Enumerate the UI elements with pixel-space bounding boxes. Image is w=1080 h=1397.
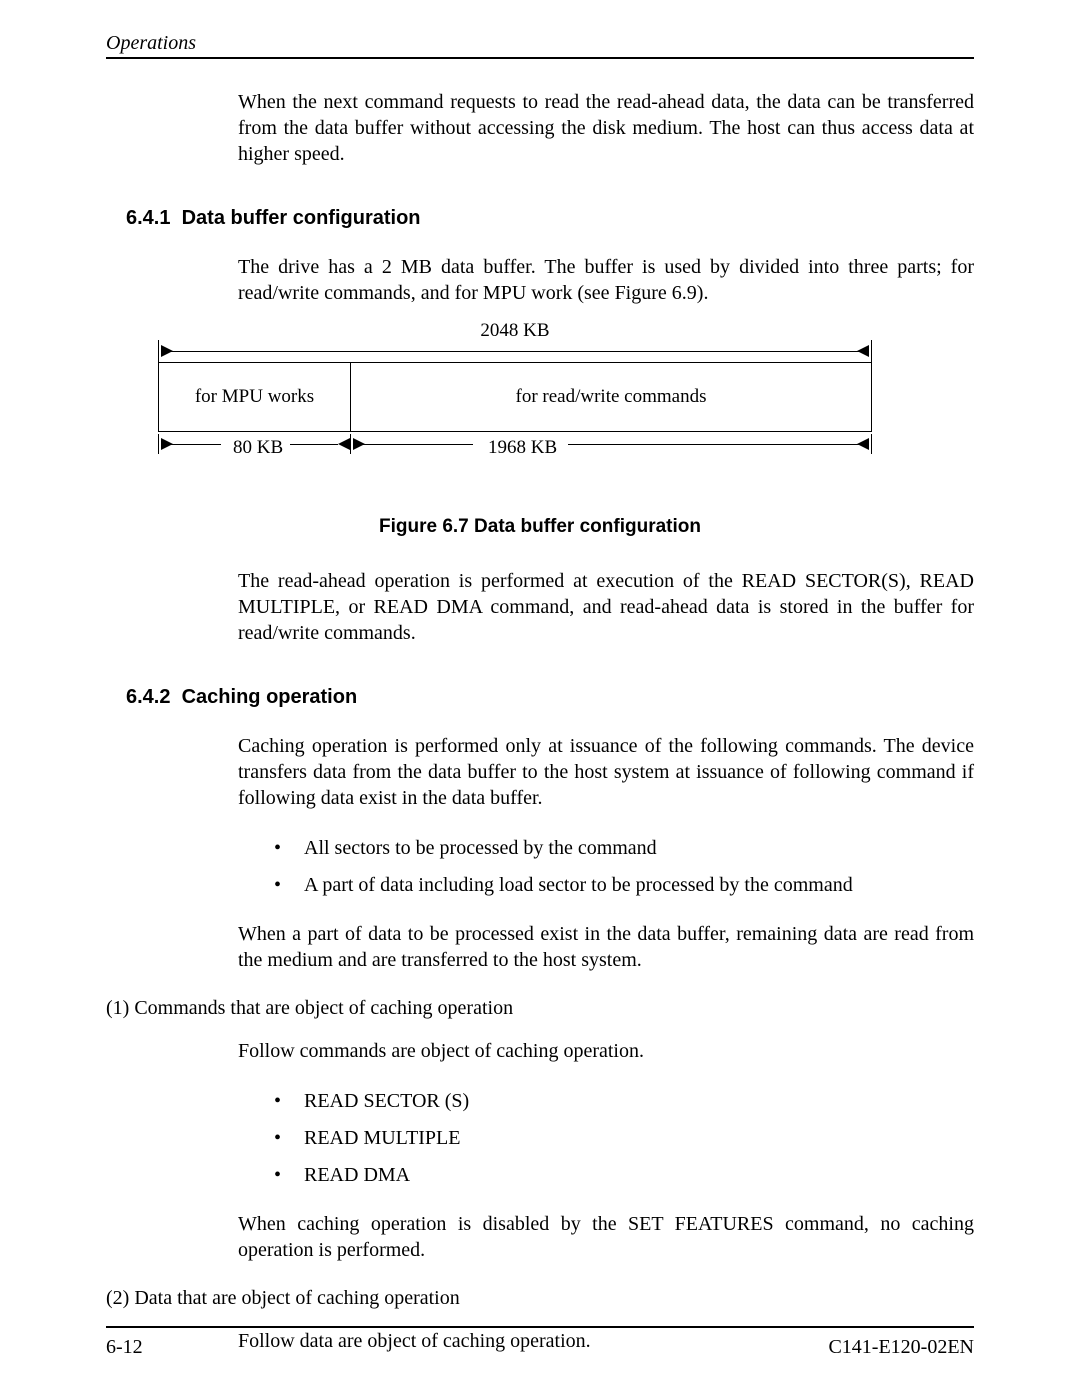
section-641-postfig: The read-ahead operation is performed at… — [238, 568, 974, 646]
page-header: Operations — [106, 32, 974, 59]
section-641-heading: 6.4.1 Data buffer configuration — [126, 207, 974, 230]
doc-id: C141-E120-02EN — [828, 1336, 974, 1359]
list-item: A part of data including load sector to … — [268, 872, 974, 899]
section-number: 6.4.1 — [126, 207, 170, 229]
intro-paragraph: When the next command requests to read t… — [238, 89, 974, 167]
section-number: 6.4.2 — [126, 686, 170, 708]
total-size-label: 2048 KB — [480, 320, 549, 342]
list-item: READ DMA — [268, 1162, 974, 1189]
figure-6-7: 2048 KB for MPU works for read/write com… — [158, 340, 872, 462]
buffer-diagram: for MPU works for read/write commands — [158, 362, 872, 432]
bottom-dimension: 80 KB 1968 KB — [158, 434, 872, 462]
sub1-intro: Follow commands are object of caching op… — [238, 1038, 974, 1064]
sub2-label: (2) Data that are object of caching oper… — [106, 1287, 974, 1310]
figure-caption: Figure 6.7 Data buffer configuration — [106, 516, 974, 538]
rw-box: for read/write commands — [351, 363, 871, 431]
right-size-label: 1968 KB — [488, 437, 557, 459]
page-footer: 6-12 C141-E120-02EN — [106, 1326, 974, 1359]
section-title: Caching operation — [182, 686, 358, 708]
mpu-box: for MPU works — [159, 363, 351, 431]
list-item: READ MULTIPLE — [268, 1125, 974, 1152]
sub1-label: (1) Commands that are object of caching … — [106, 997, 974, 1020]
section-642-p2: When a part of data to be processed exis… — [238, 921, 974, 973]
section-title: Data buffer configuration — [182, 207, 421, 229]
list-item: READ SECTOR (S) — [268, 1088, 974, 1115]
section-642-heading: 6.4.2 Caching operation — [126, 686, 974, 709]
left-size-label: 80 KB — [233, 437, 283, 459]
sub1-post: When caching operation is disabled by th… — [238, 1211, 974, 1263]
header-title: Operations — [106, 32, 196, 54]
section-641-text: The drive has a 2 MB data buffer. The bu… — [238, 254, 974, 306]
bullets-1: All sectors to be processed by the comma… — [268, 835, 974, 899]
section-642-p1: Caching operation is performed only at i… — [238, 733, 974, 811]
page-number: 6-12 — [106, 1336, 143, 1359]
top-dimension: 2048 KB — [158, 340, 872, 362]
sub1-bullets: READ SECTOR (S) READ MULTIPLE READ DMA — [268, 1088, 974, 1189]
list-item: All sectors to be processed by the comma… — [268, 835, 974, 862]
